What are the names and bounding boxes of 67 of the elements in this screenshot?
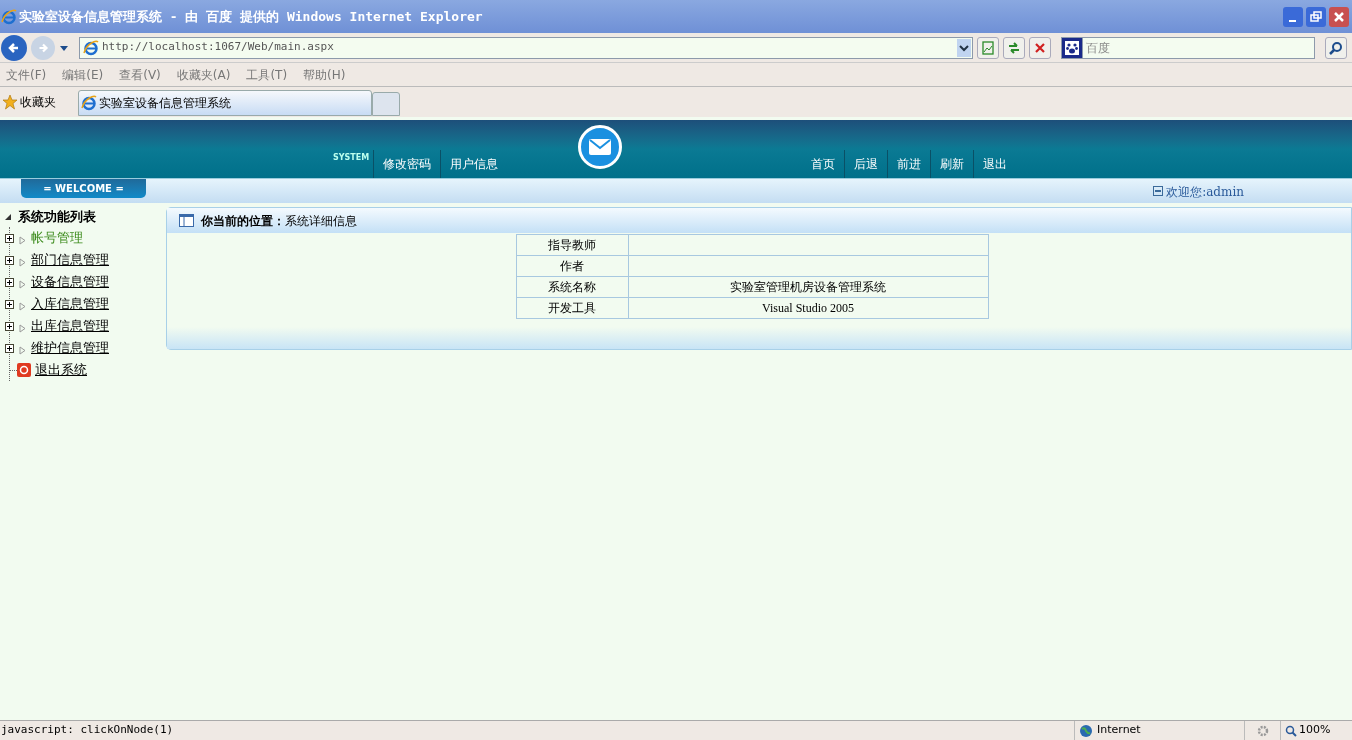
search-icon[interactable] xyxy=(1325,36,1347,59)
favorites-button[interactable]: 收藏夹 xyxy=(2,92,78,111)
tree-link[interactable]: 部门信息管理 xyxy=(31,250,109,270)
greeting-text: 欢迎您:admin xyxy=(1166,184,1244,201)
browser-tab[interactable]: 实验室设备信息管理系统 xyxy=(78,90,372,116)
dropdown-button[interactable] xyxy=(957,38,971,57)
expand-plus-icon[interactable] xyxy=(5,277,14,287)
table-cell: 系统名称 xyxy=(516,276,628,298)
menu-item[interactable]: 工具(T) xyxy=(246,65,288,84)
restore-icon[interactable] xyxy=(1306,6,1326,27)
refresh-icon[interactable] xyxy=(1003,36,1025,59)
back-button[interactable] xyxy=(1,34,27,61)
expand-plus-icon[interactable] xyxy=(5,299,14,309)
play-triangle-icon xyxy=(19,323,26,333)
expand-plus-icon[interactable] xyxy=(5,343,14,353)
globe-icon xyxy=(1079,723,1093,738)
tree-link[interactable]: 维护信息管理 xyxy=(31,338,109,358)
zone-text: Internet xyxy=(1097,722,1141,739)
menu-item[interactable]: 帮助(H) xyxy=(303,65,346,84)
tree-link[interactable]: 出库信息管理 xyxy=(31,316,109,336)
minimize-icon[interactable] xyxy=(1283,6,1303,27)
nav-link[interactable]: 首页 xyxy=(802,150,845,178)
table-cell: 指导教师 xyxy=(516,234,628,256)
menu-item[interactable]: 文件(F) xyxy=(6,65,47,84)
star-icon xyxy=(2,93,18,110)
menu-item[interactable]: 编辑(E) xyxy=(62,65,104,84)
system-label: SYSTEM xyxy=(333,152,370,164)
paw-icon xyxy=(1061,36,1083,59)
breadcrumb-text: 你当前的位置：系统详细信息 xyxy=(201,212,357,230)
table-cell: 作者 xyxy=(516,255,628,277)
stop-icon[interactable] xyxy=(1029,36,1051,59)
address-field[interactable]: http://localhost:1067/Web/main.aspx xyxy=(79,36,973,59)
page-icon xyxy=(81,95,97,111)
play-triangle-icon xyxy=(19,235,26,245)
mail-icon xyxy=(578,125,622,169)
play-triangle-icon xyxy=(19,345,26,355)
welcome-badge: = WELCOME = xyxy=(21,179,146,198)
dropdown-arrow-icon[interactable] xyxy=(59,43,69,52)
expand-plus-icon[interactable] xyxy=(5,321,14,331)
tree-link[interactable]: 帐号管理 xyxy=(31,228,83,248)
window-title: 实验室设备信息管理系统 - 由 百度 提供的 Windows Internet Explorer xyxy=(19,7,483,26)
expand-plus-icon[interactable] xyxy=(5,233,14,243)
menu-item[interactable]: 收藏夹(A) xyxy=(176,65,231,84)
tree-link[interactable]: 设备信息管理 xyxy=(31,272,109,292)
magnifier-icon xyxy=(1285,724,1297,737)
play-triangle-icon xyxy=(19,301,26,311)
tree-title: 系统功能列表 xyxy=(18,208,96,227)
window-icon xyxy=(1153,186,1164,196)
table-cell: 实验室管理机房设备管理系统 xyxy=(628,276,988,298)
page-icon xyxy=(83,39,99,56)
close-icon[interactable] xyxy=(1329,6,1349,27)
play-triangle-icon xyxy=(19,279,26,289)
search-field[interactable]: 百度 xyxy=(1083,36,1315,59)
layout-icon xyxy=(179,214,194,227)
collapse-triangle-icon[interactable] xyxy=(4,213,12,221)
zoom-button[interactable]: 100% xyxy=(1280,720,1352,740)
table-cell: Visual Studio 2005 xyxy=(628,297,988,319)
chevron-down-icon xyxy=(959,43,969,52)
play-triangle-icon xyxy=(19,257,26,267)
expand-plus-icon[interactable] xyxy=(5,255,14,265)
menu-item[interactable]: 查看(V) xyxy=(119,65,161,84)
status-text: javascript: clickOnNode(1) xyxy=(0,722,175,739)
tree-link[interactable]: 入库信息管理 xyxy=(31,294,109,314)
tree-link[interactable]: 退出系统 xyxy=(35,360,87,380)
browser-logo-icon xyxy=(1,8,17,25)
power-icon xyxy=(17,363,31,377)
table-cell: 开发工具 xyxy=(516,297,628,319)
